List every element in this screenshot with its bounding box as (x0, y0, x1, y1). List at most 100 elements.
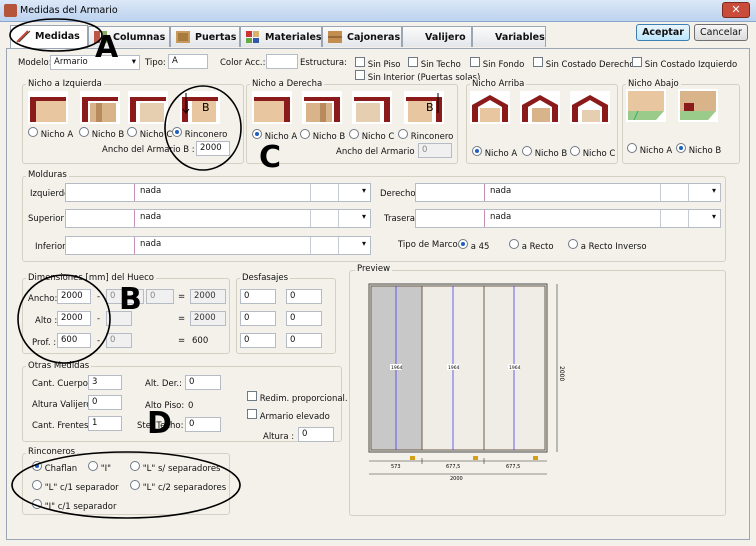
radio[interactable] (172, 127, 182, 137)
rinconero-thumbnail[interactable]: B (404, 91, 444, 124)
sin-techo-check[interactable]: Sin Techo (408, 57, 461, 70)
nicho-arriba-option-c[interactable]: Nicho C (570, 146, 615, 159)
checkbox[interactable] (247, 409, 257, 419)
nicho-c-thumbnail[interactable] (352, 91, 392, 124)
rinconero-option-l-c1[interactable]: "L" c/1 separador (32, 480, 119, 493)
nicho-c-thumbnail[interactable] (128, 91, 168, 124)
accept-button[interactable]: Aceptar (636, 24, 690, 41)
rinconero-option-chaflan[interactable]: Chaflan (32, 461, 77, 474)
trasera-select[interactable]: nada ▾ (415, 209, 721, 228)
nicho-izq-option-c[interactable]: Nicho C (127, 127, 172, 140)
checkbox[interactable] (408, 57, 418, 67)
sin-costado-derecho-check[interactable]: Sin Costado Derecho (533, 57, 635, 70)
desfasaje-input[interactable]: 0 (286, 311, 322, 326)
cancel-button[interactable]: Cancelar (694, 24, 748, 41)
nicho-a-thumbnail[interactable] (28, 91, 68, 124)
ancho-offset2-input[interactable]: 0 (146, 289, 174, 304)
checkbox[interactable] (533, 57, 543, 67)
radio[interactable] (676, 143, 686, 153)
nicho-abajo-option-b[interactable]: Nicho B (676, 143, 721, 156)
checkbox[interactable] (355, 57, 365, 67)
radio[interactable] (627, 143, 637, 153)
superior-select[interactable]: nada ▾ (65, 209, 371, 228)
nicho-arriba-option-b[interactable]: Nicho B (522, 146, 567, 159)
nicho-izq-option-a[interactable]: Nicho A (28, 127, 73, 140)
altura-input[interactable]: 0 (298, 427, 334, 442)
marco-option-45[interactable]: a 45 (458, 239, 489, 252)
nicho-c-thumbnail[interactable] (570, 91, 610, 124)
rinconero-option-i-c1[interactable]: "I" c/1 separador (32, 499, 116, 512)
sin-piso-check[interactable]: Sin Piso (355, 57, 400, 70)
rinconero-option-l-c2[interactable]: "L" c/2 separadores (130, 480, 226, 493)
inferior-select[interactable]: nada ▾ (65, 236, 371, 255)
radio[interactable] (472, 146, 482, 156)
desfasaje-input[interactable]: 0 (286, 333, 322, 348)
nicho-a-thumbnail[interactable] (626, 89, 666, 122)
radio[interactable] (130, 480, 140, 490)
radio[interactable] (79, 127, 89, 137)
radio[interactable] (458, 239, 468, 249)
prof-input[interactable]: 600 (57, 333, 91, 348)
marco-option-recto-inverso[interactable]: a Recto Inverso (568, 239, 647, 252)
rinconero-option-l-sin[interactable]: "L" s/ separadores (130, 461, 220, 474)
nicho-b-thumbnail[interactable] (678, 89, 718, 122)
radio[interactable] (127, 127, 137, 137)
cuerpos-input[interactable]: 3 (88, 375, 122, 390)
radio[interactable] (300, 129, 310, 139)
redim-check[interactable]: Redim. proporcional. (247, 391, 348, 404)
tab-valijero[interactable]: Valijero (402, 26, 472, 47)
tab-variables[interactable]: Variables (472, 26, 546, 47)
nicho-izq-option-rinconero[interactable]: Rinconero (172, 127, 227, 140)
prof-offset-input[interactable]: 0 (106, 333, 132, 348)
close-button[interactable]: ✕ (722, 2, 750, 18)
radio[interactable] (32, 480, 42, 490)
valijero-input[interactable]: 0 (88, 395, 122, 410)
radio[interactable] (28, 127, 38, 137)
radio[interactable] (398, 129, 408, 139)
radio[interactable] (568, 239, 578, 249)
tab-materiales[interactable]: Materiales (240, 26, 322, 47)
rinconero-option-i[interactable]: "I" (88, 461, 111, 474)
radio[interactable] (349, 129, 359, 139)
alt-der-input[interactable]: 0 (185, 375, 221, 390)
ancho-armario-input[interactable]: 0 (418, 143, 452, 158)
nicho-der-option-c[interactable]: Nicho C (349, 129, 394, 142)
radio[interactable] (509, 239, 519, 249)
tab-medidas[interactable]: Medidas (10, 25, 88, 48)
nicho-abajo-option-a[interactable]: Nicho A (627, 143, 672, 156)
sin-interior-check[interactable]: Sin Interior (Puertas solas) (355, 70, 480, 83)
desfasaje-input[interactable]: 0 (240, 289, 276, 304)
tipo-input[interactable]: A (168, 54, 208, 69)
ancho-armario-input[interactable]: 2000 (196, 141, 230, 156)
radio[interactable] (130, 461, 140, 471)
rinconero-thumbnail[interactable]: B (180, 91, 220, 124)
nicho-der-option-rinconero[interactable]: Rinconero (398, 129, 453, 142)
izquierdo-select[interactable]: nada ▾ (65, 183, 371, 202)
marco-option-recto[interactable]: a Recto (509, 239, 554, 252)
derecho-select[interactable]: nada ▾ (415, 183, 721, 202)
checkbox[interactable] (355, 70, 365, 80)
nicho-der-option-b[interactable]: Nicho B (300, 129, 345, 142)
nicho-izq-option-b[interactable]: Nicho B (79, 127, 124, 140)
radio[interactable] (522, 146, 532, 156)
checkbox[interactable] (247, 391, 257, 401)
elevado-check[interactable]: Armario elevado (247, 409, 330, 422)
checkbox[interactable] (632, 57, 642, 67)
desfasaje-input[interactable]: 0 (240, 311, 276, 326)
tab-cajoneras[interactable]: Cajoneras (322, 26, 402, 47)
nicho-b-thumbnail[interactable] (302, 91, 342, 124)
nicho-arriba-option-a[interactable]: Nicho A (472, 146, 517, 159)
checkbox[interactable] (470, 57, 480, 67)
nicho-a-thumbnail[interactable] (252, 91, 292, 124)
desfasaje-input[interactable]: 0 (240, 333, 276, 348)
desfasaje-input[interactable]: 0 (286, 289, 322, 304)
radio[interactable] (252, 129, 262, 139)
sin-costado-izquierdo-check[interactable]: Sin Costado Izquierdo (632, 57, 737, 70)
nicho-b-thumbnail[interactable] (520, 91, 560, 124)
ste-techo-input[interactable]: 0 (185, 417, 221, 432)
frentes-input[interactable]: 1 (88, 416, 122, 431)
radio[interactable] (32, 499, 42, 509)
ancho-input[interactable]: 2000 (57, 289, 91, 304)
color-input[interactable] (266, 54, 298, 69)
radio[interactable] (88, 461, 98, 471)
